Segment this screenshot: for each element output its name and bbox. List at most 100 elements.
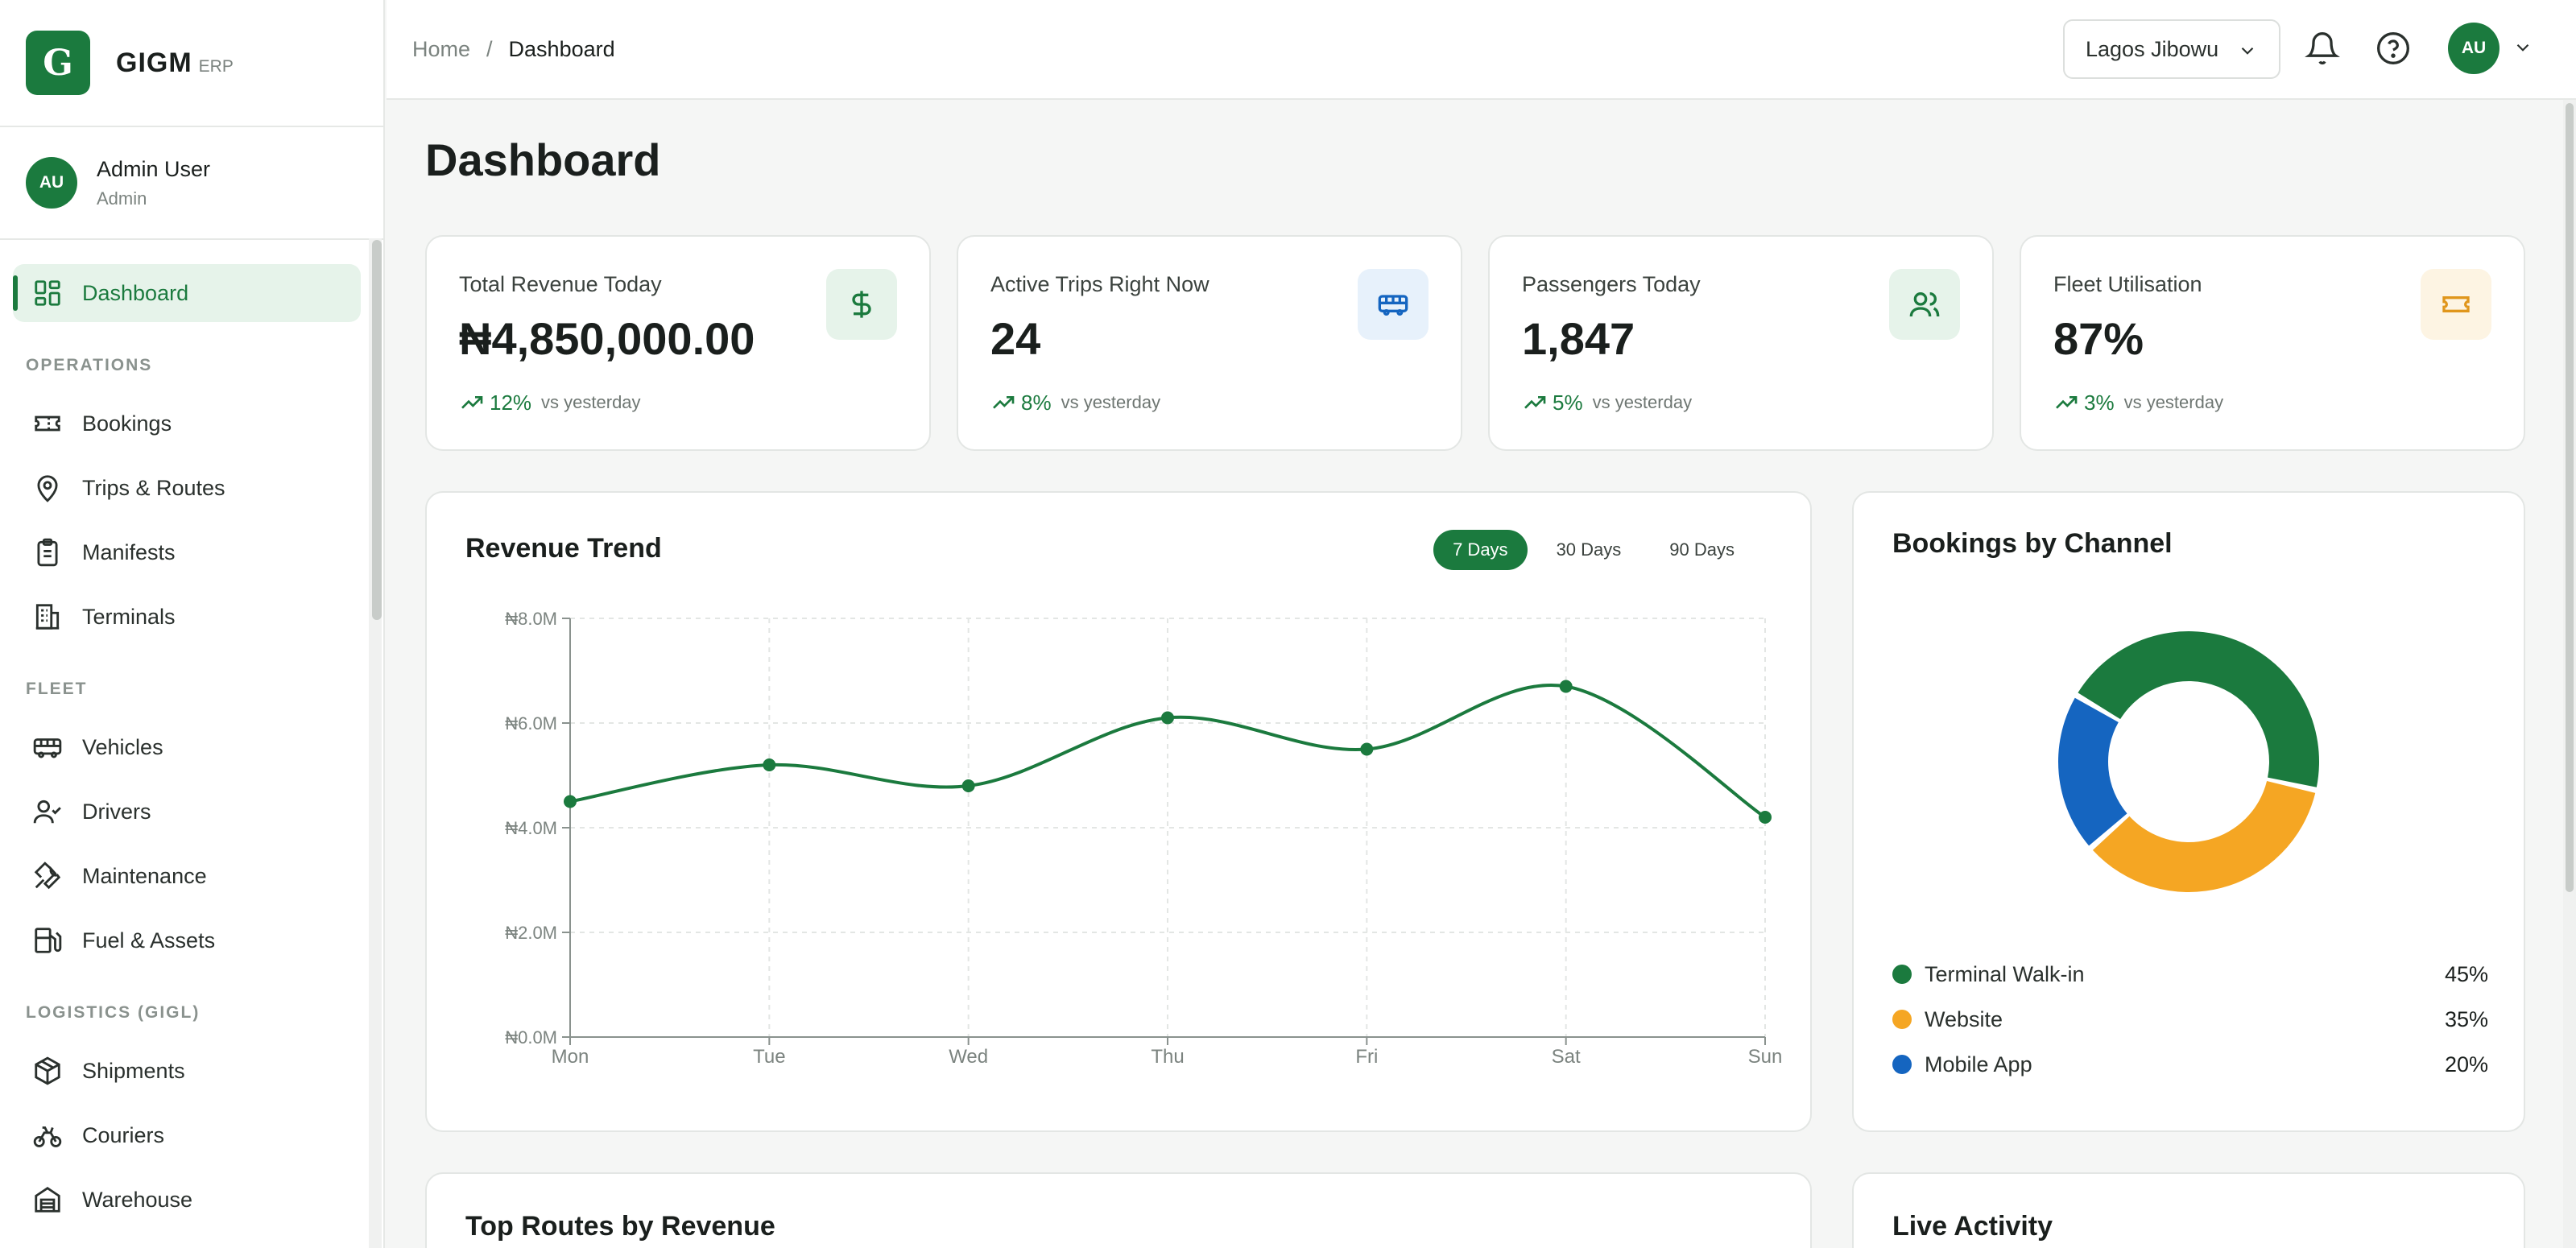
chevron-down-icon[interactable]	[2512, 37, 2533, 58]
nav-section-fleet: FLEET	[26, 680, 88, 698]
donut-slice[interactable]	[2058, 697, 2127, 846]
x-tick-label: Thu	[1151, 1046, 1184, 1068]
stat-icon-box	[826, 269, 897, 340]
sidebar-item-couriers[interactable]: Couriers	[13, 1106, 361, 1164]
sidebar-item-terminals[interactable]: Terminals	[13, 588, 361, 646]
donut-slice[interactable]	[2092, 781, 2316, 892]
sidebar-item-fuel[interactable]: Fuel & Assets	[13, 911, 361, 969]
brand-logo[interactable]: G	[26, 31, 90, 95]
x-tick-label: Sat	[1552, 1046, 1581, 1068]
data-point[interactable]	[1559, 680, 1573, 693]
users-icon	[1909, 292, 1940, 317]
stat-delta-caption: vs yesterday	[541, 392, 641, 412]
y-tick-label: ₦0.0M	[505, 1027, 557, 1048]
stat-card-passengers: Passengers Today 1,847 5% vs yesterday	[1488, 235, 1994, 451]
sidebar-item-shipments[interactable]: Shipments	[13, 1042, 361, 1100]
y-tick-label: ₦4.0M	[505, 818, 557, 838]
stat-icon-box	[1358, 269, 1429, 340]
user-profile[interactable]: AU Admin User Admin	[0, 127, 383, 240]
page-title: Dashboard	[425, 134, 661, 185]
legend-dot	[1892, 965, 1912, 984]
sidebar-item-maintenance[interactable]: Maintenance	[13, 847, 361, 905]
ticket-icon	[2442, 296, 2470, 312]
x-tick-label: Sun	[1748, 1046, 1783, 1068]
terminal-select-value: Lagos Jibowu	[2086, 36, 2219, 61]
stat-label: Fleet Utilisation	[2053, 272, 2202, 296]
nav-section-operations: OPERATIONS	[26, 356, 153, 374]
data-point[interactable]	[763, 758, 776, 771]
sidebar-item-warehouse[interactable]: Warehouse	[13, 1171, 361, 1229]
legend-row: Terminal Walk-in 45%	[1892, 952, 2488, 997]
map-pin-icon	[37, 475, 58, 502]
warehouse-icon	[35, 1187, 60, 1213]
sidebar-item-bookings[interactable]: Bookings	[13, 395, 361, 453]
bike-icon	[33, 1126, 62, 1147]
legend-value: 35%	[2444, 1006, 2488, 1031]
clipboard-icon	[37, 538, 58, 567]
breadcrumb-home[interactable]: Home	[412, 37, 470, 62]
x-tick-label: Tue	[753, 1046, 785, 1068]
chevron-down-icon	[2241, 47, 2254, 55]
stat-value: 87%	[2053, 313, 2144, 364]
revenue-series-line	[569, 684, 1767, 819]
sidebar-item-manifests[interactable]: Manifests	[13, 523, 361, 581]
stat-delta-caption: vs yesterday	[2123, 392, 2224, 412]
data-point[interactable]	[1360, 742, 1374, 756]
stat-delta-caption: vs yesterday	[1061, 392, 1161, 412]
sidebar-item-trips[interactable]: Trips & Routes	[13, 459, 361, 517]
channel-legend: Terminal Walk-in 45% Website 35% Mobile …	[1892, 952, 2488, 1087]
sidebar-item-label: Bookings	[82, 411, 172, 436]
breadcrumb-separator: /	[486, 36, 493, 61]
stat-delta: 5% vs yesterday	[1522, 390, 1692, 415]
legend-row: Mobile App 20%	[1892, 1042, 2488, 1087]
building-icon	[35, 604, 60, 630]
live-activity-card: Live Activity	[1852, 1172, 2525, 1248]
data-point[interactable]	[961, 779, 975, 792]
data-point[interactable]	[564, 795, 577, 808]
help-icon[interactable]	[2375, 31, 2411, 66]
stat-card-fleet-utilisation: Fleet Utilisation 87% 3% vs yesterday	[2020, 235, 2525, 451]
sidebar-item-label: Maintenance	[82, 863, 207, 888]
x-tick-label: Wed	[949, 1046, 988, 1068]
brand-name: GIGM	[116, 47, 192, 78]
header-avatar[interactable]: AU	[2448, 23, 2500, 74]
sidebar-scrollbar-thumb[interactable]	[372, 240, 382, 620]
package-icon	[35, 1056, 60, 1085]
fuel-icon	[35, 928, 62, 953]
legend-dot	[1892, 1010, 1912, 1029]
page-scrollbar-thumb[interactable]	[2566, 103, 2574, 892]
sidebar-item-label: Trips & Routes	[82, 475, 225, 500]
trending-up-icon	[1524, 396, 1546, 409]
bell-icon[interactable]	[2305, 31, 2340, 66]
legend-value: 45%	[2444, 961, 2488, 986]
sidebar-item-label: Dashboard	[82, 280, 189, 305]
y-tick-label: ₦8.0M	[505, 609, 557, 629]
top-routes-card: Top Routes by Revenue	[425, 1172, 1812, 1248]
stat-card-revenue: Total Revenue Today ₦4,850,000.00 12% vs…	[425, 235, 931, 451]
sidebar-nav: Dashboard OPERATIONS Bookings Trips & Ro…	[0, 240, 361, 1229]
breadcrumb-current: Dashboard	[508, 36, 615, 61]
sidebar-item-dashboard[interactable]: Dashboard	[13, 264, 361, 322]
legend-label: Website	[1925, 1006, 2003, 1031]
user-check-icon	[33, 800, 61, 824]
stat-label: Active Trips Right Now	[990, 272, 1209, 296]
y-tick-label: ₦2.0M	[505, 923, 557, 943]
y-tick-label: ₦6.0M	[505, 713, 557, 734]
terminal-select[interactable]: Lagos Jibowu	[2063, 19, 2280, 79]
stat-delta: 8% vs yesterday	[990, 390, 1160, 415]
donut-slice[interactable]	[2078, 631, 2319, 787]
data-point[interactable]	[1759, 811, 1772, 824]
sidebar-item-label: Vehicles	[82, 734, 163, 759]
stat-delta-value: 5%	[1553, 390, 1583, 415]
sidebar-item-vehicles[interactable]: Vehicles	[13, 718, 361, 776]
revenue-trend-card: Revenue Trend 7 Days 30 Days 90 Days ₦0.…	[425, 491, 1812, 1132]
stat-card-active-trips: Active Trips Right Now 24 8% vs yesterda…	[957, 235, 1462, 451]
ticket-icon	[35, 415, 60, 432]
data-point[interactable]	[1161, 711, 1174, 725]
sidebar-item-label: Warehouse	[82, 1187, 193, 1212]
stat-delta-value: 3%	[2084, 390, 2115, 415]
sidebar-item-drivers[interactable]: Drivers	[13, 783, 361, 841]
wrench-icon	[34, 862, 61, 890]
user-name: Admin User	[97, 156, 211, 181]
legend-value: 20%	[2444, 1052, 2488, 1077]
